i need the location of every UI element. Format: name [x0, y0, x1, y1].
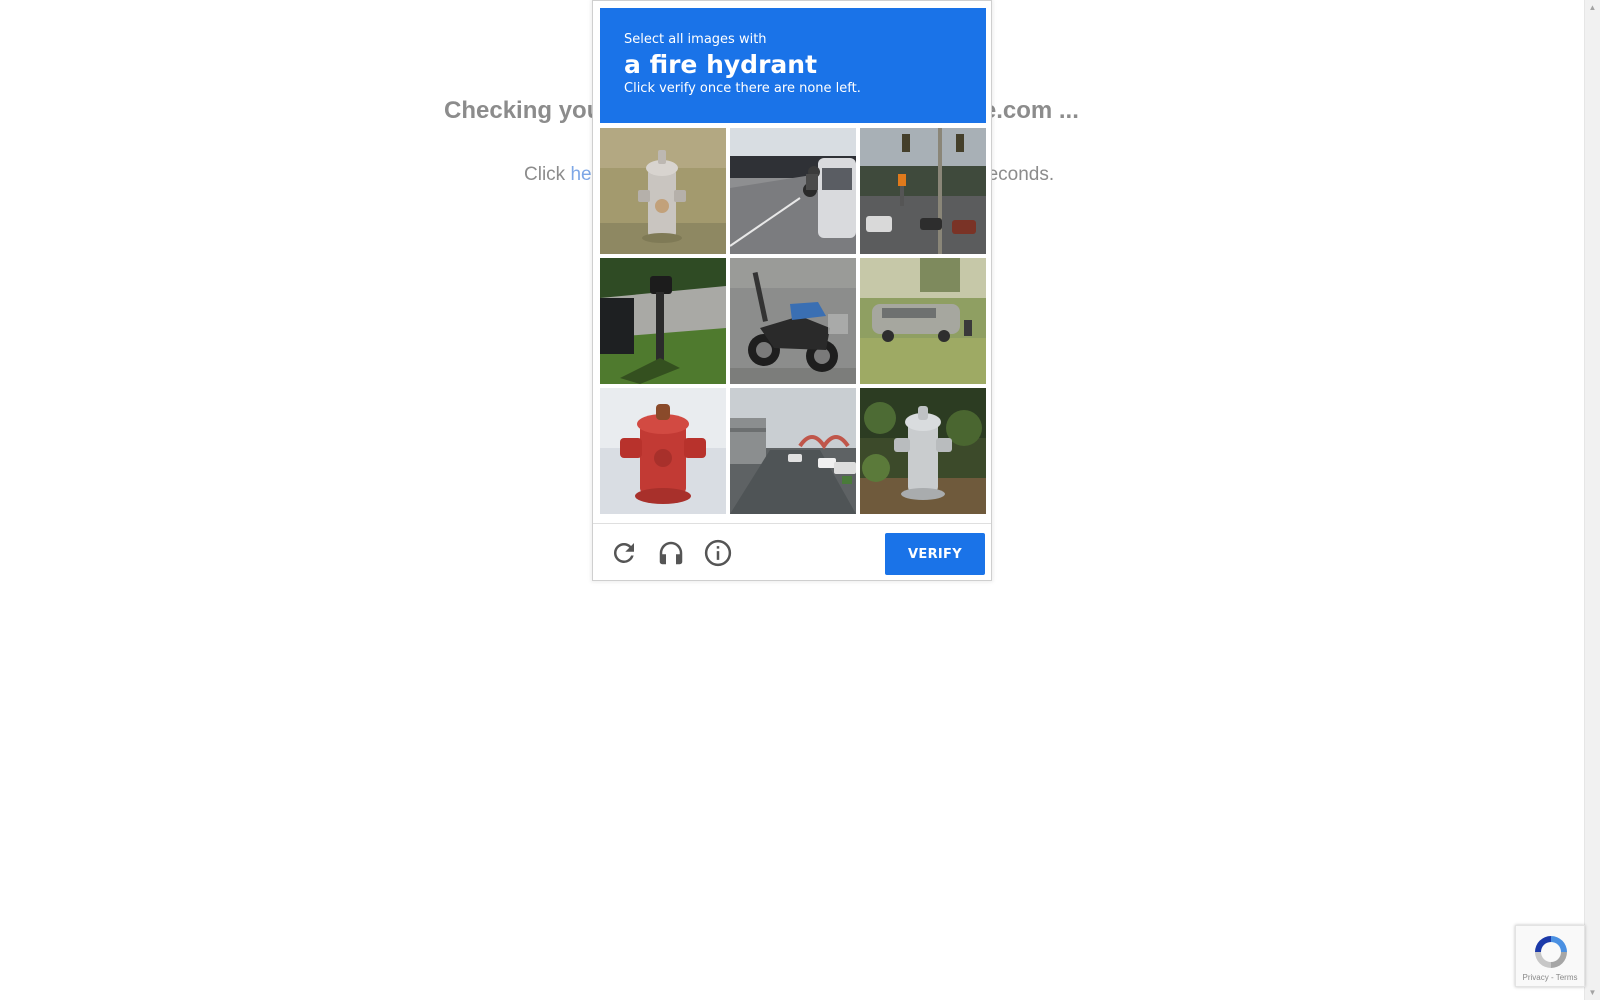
scroll-up-icon[interactable]: ▲	[1585, 0, 1600, 15]
mailbox-image	[600, 258, 726, 384]
page-scrollbar[interactable]: ▲ ▼	[1584, 0, 1600, 1000]
captcha-tile-2[interactable]	[730, 128, 856, 254]
captcha-image-grid	[600, 128, 986, 514]
red-hydrant-image	[600, 388, 726, 514]
reload-icon[interactable]	[609, 538, 639, 568]
van-image	[860, 258, 986, 384]
captcha-tile-8[interactable]	[730, 388, 856, 514]
captcha-tile-4[interactable]	[600, 258, 726, 384]
captcha-header: Select all images with a fire hydrant Cl…	[600, 8, 986, 123]
page-heading-left: Checking you	[444, 97, 602, 124]
recaptcha-logo-icon	[1535, 936, 1567, 968]
captcha-tile-1[interactable]	[600, 128, 726, 254]
captcha-instruction: Select all images with	[624, 32, 767, 47]
captcha-tile-5[interactable]	[730, 258, 856, 384]
recaptcha-badge[interactable]: Privacy - Terms	[1515, 925, 1585, 987]
redirect-text-suffix: econds.	[987, 164, 1055, 185]
traffic-light-road-image	[860, 128, 986, 254]
info-icon[interactable]	[703, 538, 733, 568]
captcha-tile-3[interactable]	[860, 128, 986, 254]
captcha-subtext: Click verify once there are none left.	[624, 81, 861, 96]
verify-button[interactable]: VERIFY	[885, 533, 985, 575]
headphones-icon[interactable]	[656, 538, 686, 568]
redirect-link[interactable]: he	[570, 164, 591, 185]
silver-hydrant-image	[600, 128, 726, 254]
captcha-target: a fire hydrant	[624, 50, 818, 79]
motorcycle-image	[730, 258, 856, 384]
bridge-road-image	[730, 388, 856, 514]
captcha-tile-6[interactable]	[860, 258, 986, 384]
redirect-text-prefix: Click	[524, 164, 571, 185]
captcha-tile-7[interactable]	[600, 388, 726, 514]
silver-hydrant-leaves-image	[860, 388, 986, 514]
captcha-challenge: Select all images with a fire hydrant Cl…	[592, 0, 992, 581]
street-cyclist-image	[730, 128, 856, 254]
captcha-tile-9[interactable]	[860, 388, 986, 514]
captcha-footer: VERIFY	[593, 523, 991, 581]
recaptcha-terms[interactable]: Privacy - Terms	[1516, 973, 1584, 982]
scroll-down-icon[interactable]: ▼	[1585, 985, 1600, 1000]
